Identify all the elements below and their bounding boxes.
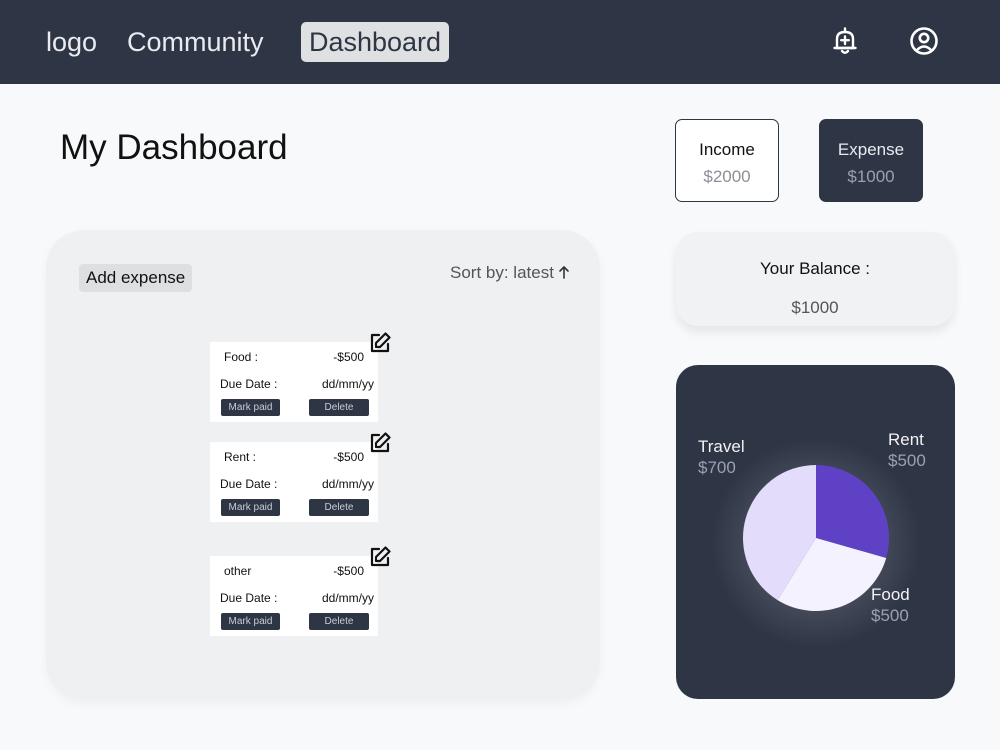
nav-community-link[interactable]: Community (127, 22, 264, 62)
top-navbar: logo Community Dashboard (0, 0, 1000, 84)
delete-button[interactable]: Delete (309, 399, 369, 416)
expense-category: other (224, 564, 252, 578)
due-date-label: Due Date : (220, 377, 278, 391)
edit-icon[interactable] (368, 331, 392, 355)
expense-card-other: other -$500 Due Date : dd/mm/yy Mark pai… (210, 546, 391, 636)
expense-panel: Add expense Sort by: latest Food : -$500… (46, 230, 600, 700)
bell-plus-icon[interactable] (828, 24, 862, 58)
mark-paid-button[interactable]: Mark paid (221, 499, 280, 516)
nav-dashboard-tab[interactable]: Dashboard (301, 22, 449, 62)
mark-paid-button[interactable]: Mark paid (221, 613, 280, 630)
expense-value: $1000 (847, 167, 895, 186)
balance-value: $1000 (791, 298, 839, 317)
edit-icon[interactable] (368, 545, 392, 569)
due-date-label: Due Date : (220, 477, 278, 491)
pie-label-name: Rent (888, 430, 924, 449)
expense-category: Rent : (224, 450, 257, 464)
due-date-value: dd/mm/yy (321, 477, 374, 491)
pie-label-food: Food $500 (871, 584, 910, 626)
expense-amount: -$500 (333, 350, 364, 364)
account-circle-icon[interactable] (907, 24, 941, 58)
expense-category: Food : (224, 350, 259, 364)
pie-chart (711, 438, 921, 648)
balance-label: Your Balance : (760, 259, 870, 278)
pie-label-rent: Rent $500 (888, 429, 926, 471)
expense-amount: -$500 (333, 564, 364, 578)
edit-icon[interactable] (368, 431, 392, 455)
due-date-value: dd/mm/yy (321, 591, 374, 605)
pie-label-value: $700 (698, 458, 736, 477)
add-expense-button[interactable]: Add expense (79, 264, 193, 292)
expense-card-food: Food : -$500 Due Date : dd/mm/yy Mark pa… (210, 332, 391, 422)
expense-card-rent: Rent : -$500 Due Date : dd/mm/yy Mark pa… (210, 432, 391, 522)
expense-card[interactable]: Expense $1000 (819, 119, 923, 202)
delete-button[interactable]: Delete (309, 499, 369, 516)
spending-pie-panel: Travel $700 Rent $500 Food $500 (676, 365, 955, 699)
income-card[interactable]: Income $2000 (675, 119, 779, 202)
income-value: $2000 (703, 167, 751, 186)
pie-label-value: $500 (871, 606, 909, 625)
sort-label: Sort by: latest (450, 263, 554, 282)
pie-label-name: Travel (698, 437, 745, 456)
due-date-value: dd/mm/yy (321, 377, 374, 391)
sort-control[interactable]: Sort by: latest (450, 263, 570, 284)
mark-paid-button[interactable]: Mark paid (221, 399, 280, 416)
expense-label: Expense (837, 140, 905, 159)
page-title: My Dashboard (60, 128, 288, 167)
expense-amount: -$500 (333, 450, 364, 464)
pie-label-value: $500 (888, 451, 926, 470)
income-label: Income (699, 140, 755, 159)
delete-button[interactable]: Delete (309, 613, 369, 630)
pie-label-name: Food (871, 585, 910, 604)
due-date-label: Due Date : (220, 591, 278, 605)
arrow-up-icon (558, 264, 570, 284)
balance-card: Your Balance : $1000 (676, 232, 954, 326)
pie-label-travel: Travel $700 (698, 436, 745, 478)
nav-logo[interactable]: logo (46, 22, 97, 62)
